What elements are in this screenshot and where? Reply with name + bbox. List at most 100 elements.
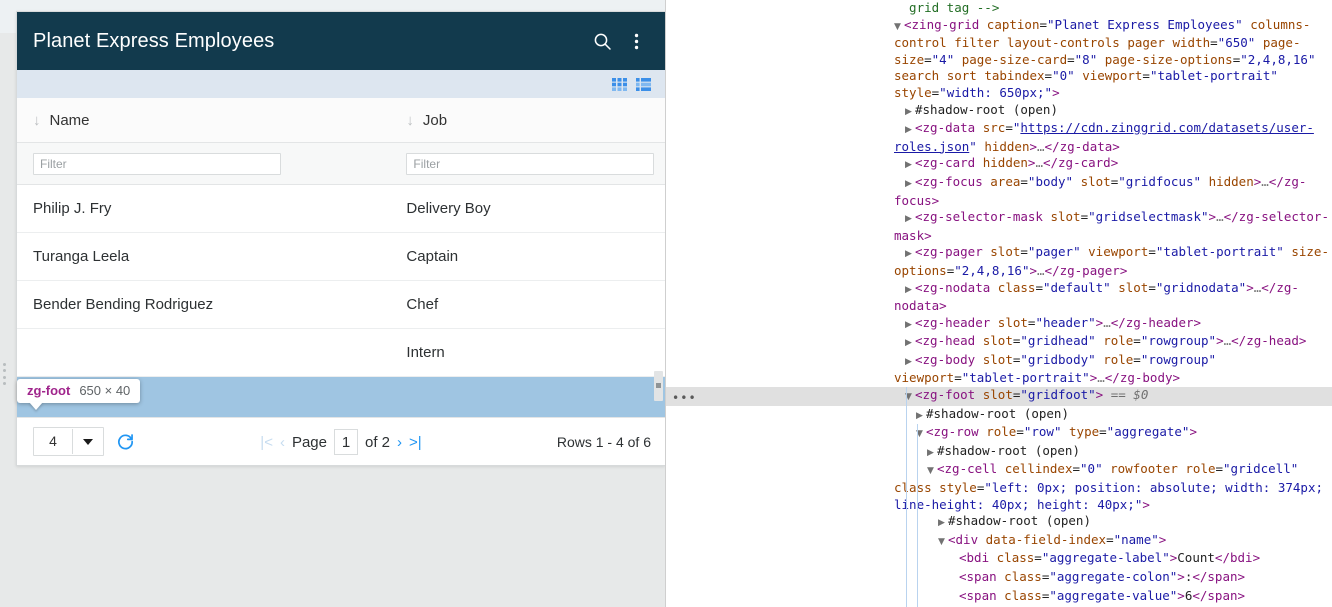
last-page-button[interactable]: >| xyxy=(409,435,422,450)
disclosure-triangle-icon[interactable]: ▶ xyxy=(905,211,915,228)
column-header-job[interactable]: ↓ Job xyxy=(390,112,665,129)
dom-node[interactable]: ▼ <zg-row role="row" type="aggregate"> xyxy=(666,424,1332,443)
dom-node[interactable]: ▶ <zg-focus area="body" slot="gridfocus" … xyxy=(666,174,1332,209)
dom-node[interactable]: ▶ #shadow-root (open) xyxy=(666,406,1332,425)
prev-page-button[interactable]: ‹ xyxy=(280,435,285,450)
disclosure-triangle-icon[interactable]: ▶ xyxy=(905,335,915,352)
dom-node[interactable]: ▶ <zg-card hidden>…</zg-card> xyxy=(666,155,1332,174)
disclosure-triangle-icon[interactable]: ▼ xyxy=(938,534,948,551)
code-token: … xyxy=(1037,138,1045,154)
column-header-name[interactable]: ↓ Name xyxy=(17,112,390,129)
next-page-button[interactable]: › xyxy=(397,435,402,450)
page-number-input[interactable] xyxy=(334,429,358,455)
code-token: < xyxy=(904,16,912,32)
dom-node[interactable]: ▼ <div data-field-index="name"> xyxy=(666,532,1332,551)
code-token: "2,4,8,16" xyxy=(1240,51,1316,67)
row-layout-icon[interactable] xyxy=(636,77,651,91)
disclosure-triangle-icon[interactable] xyxy=(949,571,959,588)
disclosure-triangle-icon[interactable]: ▼ xyxy=(927,463,937,480)
chevron-down-icon[interactable] xyxy=(73,438,103,445)
dom-node[interactable]: ▶ <zg-selector-mask slot="gridselectmask"… xyxy=(666,209,1332,244)
table-row[interactable]: Bender Bending Rodriguez Chef xyxy=(17,281,665,329)
disclosure-triangle-icon[interactable] xyxy=(949,552,959,569)
code-token: < xyxy=(915,351,923,367)
disclosure-triangle-icon[interactable]: ▼ xyxy=(894,19,904,36)
dom-node[interactable]: ▶ #shadow-root (open) xyxy=(666,513,1332,532)
dom-node[interactable]: ▶ #shadow-root (open) xyxy=(666,443,1332,462)
screen: Planet Express Employees ↓ Name ↓ Job Fi… xyxy=(0,0,1332,607)
dom-node[interactable]: ▶ <zg-header slot="header">…</zg-header> xyxy=(666,315,1332,334)
dom-node[interactable]: ▶ <zg-nodata class="default" slot="gridno… xyxy=(666,280,1332,315)
disclosure-triangle-icon[interactable]: ▶ xyxy=(905,246,915,263)
code-token: > xyxy=(1237,569,1246,584)
code-token: </ xyxy=(1223,209,1239,225)
filter-input-job[interactable] xyxy=(406,152,655,175)
code-token: > xyxy=(1237,587,1246,603)
inspector-tooltip-tag: zg-foot xyxy=(27,383,71,398)
disclosure-triangle-icon[interactable] xyxy=(949,590,959,607)
dom-node-selected[interactable]: ••• ▼ <zg-foot slot="gridfoot"> == $0 xyxy=(666,387,1332,406)
reload-icon[interactable] xyxy=(116,432,135,451)
code-token: span xyxy=(966,569,997,584)
disclosure-triangle-icon[interactable]: ▶ xyxy=(927,445,937,462)
code-token: zg-data xyxy=(1059,138,1113,154)
dom-node[interactable]: ▼ <zing-grid caption="Planet Express Empl… xyxy=(666,17,1332,102)
vertical-dots-icon[interactable] xyxy=(625,30,647,52)
code-token: > xyxy=(1177,569,1185,584)
dom-node[interactable]: ▶ <zg-head slot="gridhead" role="rowgroup… xyxy=(666,333,1332,352)
browser-viewport: Planet Express Employees ↓ Name ↓ Job Fi… xyxy=(0,0,665,607)
filter-input-name[interactable] xyxy=(33,152,281,175)
disclosure-triangle-icon[interactable]: ▶ xyxy=(938,515,948,532)
code-token: </ xyxy=(1110,314,1126,330)
dom-node[interactable]: ▶ #shadow-root (open) xyxy=(666,102,1332,121)
dom-node[interactable]: ▼ <zg-cell cellindex="0" rowfooter role="… xyxy=(666,461,1332,513)
code-token: src xyxy=(982,120,1006,136)
dom-node[interactable]: <span class="aggregate-colon">:</span> xyxy=(666,569,1332,588)
disclosure-triangle-icon[interactable]: ▶ xyxy=(905,176,915,193)
table-row[interactable]: Intern xyxy=(17,329,665,377)
disclosure-triangle-icon[interactable]: ▶ xyxy=(905,104,915,121)
resize-handle-dots[interactable] xyxy=(3,363,7,385)
code-token: </ xyxy=(1044,262,1060,278)
disclosure-triangle-icon[interactable]: ▶ xyxy=(905,122,915,139)
disclosure-triangle-icon[interactable]: ▶ xyxy=(905,157,915,174)
table-row[interactable]: Turanga Leela Captain xyxy=(17,233,665,281)
code-token: zg-header xyxy=(922,314,991,330)
dom-node[interactable]: ▶ <zg-body slot="gridbody" role="rowgroup… xyxy=(666,352,1332,387)
dom-node[interactable]: <bdi class="aggregate-label">Count</bdi> xyxy=(666,550,1332,569)
code-token: "8" xyxy=(1074,51,1098,67)
code-token: slot xyxy=(1118,279,1149,295)
code-token: "aggregate-colon" xyxy=(1049,569,1178,584)
code-token: "tablet-portrait" xyxy=(961,370,1090,386)
dom-node[interactable]: ▶ <zg-pager slot="pager" viewport="tablet… xyxy=(666,244,1332,279)
search-icon[interactable] xyxy=(591,30,613,52)
code-token: = xyxy=(1067,51,1075,67)
code-token: zg-card xyxy=(922,155,976,171)
disclosure-triangle-icon[interactable]: ▶ xyxy=(905,282,915,299)
grid-pager: 4 |< ‹ Page of 2 › >| xyxy=(17,417,665,465)
card-layout-icon[interactable] xyxy=(612,77,627,91)
page-size-select[interactable]: 4 xyxy=(33,427,104,456)
code-token: span xyxy=(1207,587,1238,603)
dom-node[interactable]: <span class="aggregate-value">6</span> xyxy=(666,588,1332,607)
code-token: " xyxy=(969,138,977,154)
code-token: slot xyxy=(982,351,1013,367)
disclosure-triangle-icon[interactable]: ▶ xyxy=(916,408,926,425)
dom-node[interactable]: grid tag --> xyxy=(666,0,1332,17)
table-row[interactable]: Philip J. Fry Delivery Boy xyxy=(17,185,665,233)
code-token: Count xyxy=(1177,550,1215,566)
code-token: </ xyxy=(1261,279,1277,295)
dom-node[interactable]: ▶ <zg-data src="https://cdn.zinggrid.com/… xyxy=(666,120,1332,155)
code-token: "aggregate" xyxy=(1106,424,1190,440)
disclosure-triangle-icon[interactable]: ▶ xyxy=(905,354,915,371)
code-token: slot xyxy=(982,333,1013,349)
node-menu-icon[interactable]: ••• xyxy=(672,390,697,407)
code-token: cellindex xyxy=(1004,461,1073,477)
first-page-button[interactable]: |< xyxy=(260,435,273,450)
disclosure-triangle-icon[interactable]: ▶ xyxy=(905,317,915,334)
grid-scrollbar[interactable] xyxy=(654,371,663,401)
